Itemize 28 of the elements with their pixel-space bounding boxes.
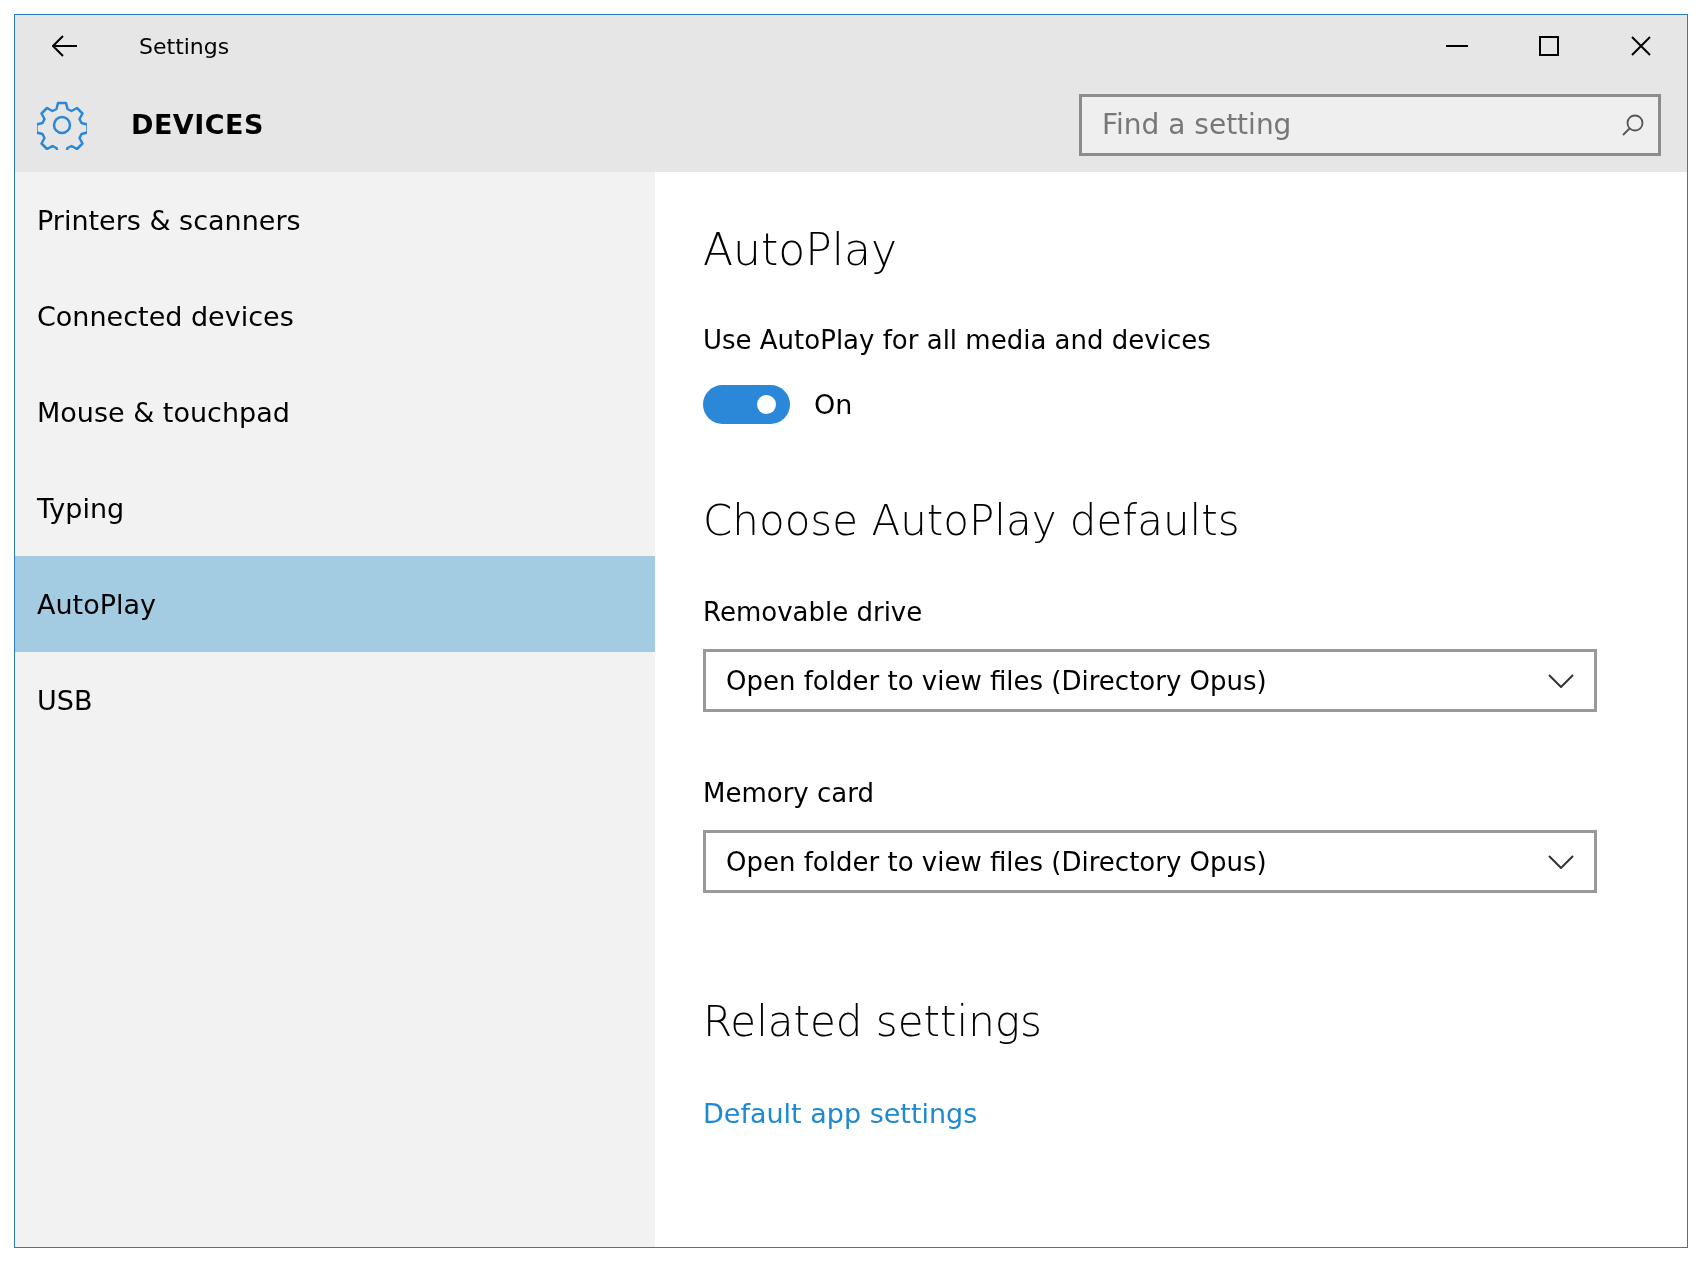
- sidebar-item[interactable]: Connected devices: [15, 268, 655, 364]
- dropdown[interactable]: Open folder to view files (Directory Opus): [703, 830, 1597, 893]
- sidebar-item[interactable]: AutoPlay: [15, 556, 655, 652]
- section-heading: Choose AutoPlay defaults: [703, 496, 1241, 545]
- window-title: Settings: [139, 33, 230, 59]
- dropdown[interactable]: Open folder to view files (Directory Opus): [703, 649, 1597, 712]
- settings-link[interactable]: Default app settings: [703, 1098, 978, 1129]
- sidebar-item[interactable]: Mouse & touchpad: [15, 364, 655, 460]
- section-heading: Related settings: [703, 997, 1043, 1046]
- sidebar-item[interactable]: Printers & scanners: [15, 172, 655, 268]
- maximize-icon: [1539, 36, 1559, 56]
- toggle-label: Use AutoPlay for all media and devices: [703, 325, 1212, 355]
- chevron-down-icon: [1548, 673, 1574, 688]
- chevron-down-icon: [1548, 854, 1574, 869]
- toggle-state: On: [814, 389, 853, 420]
- search-icon: [1621, 112, 1645, 137]
- close-icon: [1631, 36, 1651, 56]
- sidebar-item[interactable]: Typing: [15, 460, 655, 556]
- dropdown-label: Memory card: [703, 778, 875, 808]
- sidebar-item[interactable]: USB: [15, 652, 655, 748]
- search-field[interactable]: Find a setting: [1079, 93, 1661, 156]
- gear-icon: [37, 99, 87, 150]
- back-arrow-icon: [52, 35, 78, 57]
- minimize-icon: [1446, 45, 1468, 47]
- section-title: DEVICES: [131, 109, 264, 140]
- toggle-switch[interactable]: [703, 385, 790, 424]
- dropdown-label: Removable drive: [703, 597, 924, 627]
- page-heading: AutoPlay: [703, 224, 898, 275]
